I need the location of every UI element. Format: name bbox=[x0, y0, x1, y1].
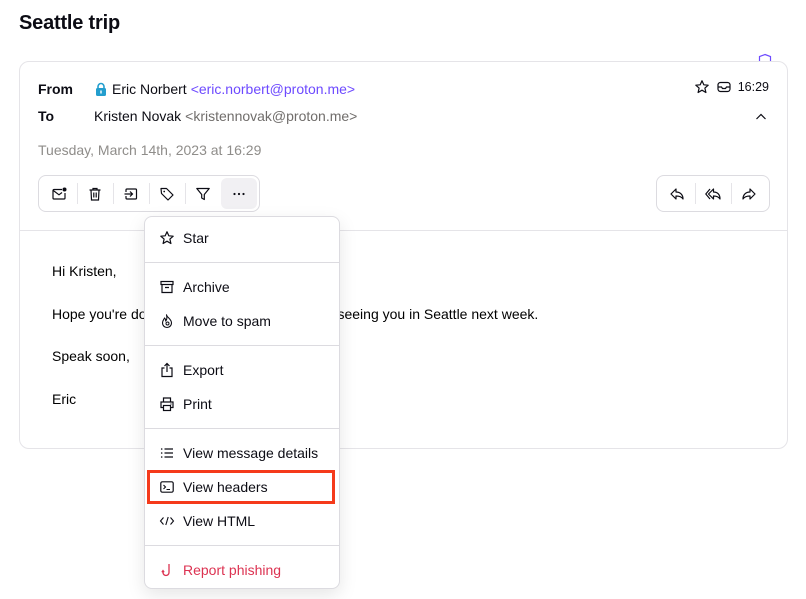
filter-icon bbox=[196, 187, 210, 200]
recipient-name[interactable]: Kristen Novak bbox=[94, 108, 181, 124]
ellipsis-icon bbox=[233, 192, 245, 195]
menu-item-view-message-details[interactable]: View message details bbox=[145, 436, 339, 470]
hook-icon bbox=[161, 564, 170, 577]
more-actions-dropdown: Star Archive Move to spam Export Print V… bbox=[144, 216, 340, 589]
export-icon bbox=[161, 362, 173, 378]
menu-item-label: View message details bbox=[183, 445, 319, 461]
trash-button[interactable] bbox=[77, 178, 113, 209]
message-time: 16:29 bbox=[737, 80, 769, 94]
from-row: From Eric Norbert <eric.norbert@proton.m… bbox=[38, 81, 355, 97]
forward-button[interactable] bbox=[731, 178, 767, 209]
menu-item-label: View headers bbox=[183, 479, 268, 495]
code-icon bbox=[159, 516, 175, 526]
menu-item-view-html[interactable]: View HTML bbox=[145, 504, 339, 538]
move-button[interactable] bbox=[113, 178, 149, 209]
menu-separator bbox=[145, 345, 339, 346]
fire-icon bbox=[161, 314, 173, 329]
filter-button[interactable] bbox=[185, 178, 221, 209]
header-meta: 16:29 bbox=[694, 79, 769, 95]
trash-icon bbox=[89, 187, 101, 201]
list-icon bbox=[160, 448, 173, 458]
terminal-icon bbox=[160, 481, 174, 493]
star-icon bbox=[160, 231, 174, 245]
menu-item-label: Report phishing bbox=[183, 562, 282, 578]
message-subject: Seattle trip bbox=[19, 12, 120, 34]
header-body-divider bbox=[20, 230, 787, 231]
menu-item-label: Export bbox=[183, 362, 224, 378]
printer-icon bbox=[160, 397, 174, 412]
message-date: Tuesday, March 14th, 2023 at 16:29 bbox=[38, 142, 262, 158]
message-toolbar bbox=[38, 175, 260, 212]
to-row: To Kristen Novak <kristennovak@proton.me… bbox=[38, 108, 357, 124]
reply-toolbar bbox=[656, 175, 770, 212]
menu-item-archive[interactable]: Archive bbox=[145, 270, 339, 304]
forward-icon bbox=[742, 187, 756, 200]
envelope-dot-icon bbox=[52, 187, 67, 200]
menu-item-label: View HTML bbox=[183, 513, 256, 529]
sender-address[interactable]: <eric.norbert@proton.me> bbox=[191, 81, 355, 97]
more-button[interactable] bbox=[221, 178, 257, 209]
menu-item-export[interactable]: Export bbox=[145, 353, 339, 387]
menu-separator bbox=[145, 262, 339, 263]
tag-icon bbox=[160, 187, 174, 201]
menu-item-print[interactable]: Print bbox=[145, 387, 339, 421]
menu-item-label: Archive bbox=[183, 279, 230, 295]
star-icon bbox=[694, 80, 709, 94]
archive-icon bbox=[160, 280, 174, 294]
menu-item-report-phishing[interactable]: Report phishing bbox=[145, 553, 339, 587]
chevron-up-icon bbox=[756, 113, 766, 120]
folder-arrow-icon bbox=[124, 187, 138, 200]
lock-icon[interactable] bbox=[94, 82, 108, 96]
inbox-icon bbox=[717, 81, 731, 93]
menu-item-label: Star bbox=[183, 230, 209, 246]
menu-item-view-headers[interactable]: View headers bbox=[147, 470, 335, 504]
menu-separator bbox=[145, 545, 339, 546]
mark-unread-button[interactable] bbox=[41, 178, 77, 209]
recipient-address[interactable]: <kristennovak@proton.me> bbox=[185, 108, 357, 124]
from-label: From bbox=[38, 81, 73, 97]
menu-item-star[interactable]: Star bbox=[145, 221, 339, 255]
menu-item-label: Move to spam bbox=[183, 313, 271, 329]
sender-name[interactable]: Eric Norbert bbox=[112, 81, 187, 97]
menu-item-move-to-spam[interactable]: Move to spam bbox=[145, 304, 339, 338]
reply-all-icon bbox=[705, 187, 721, 200]
to-label: To bbox=[38, 108, 55, 124]
collapse-button[interactable] bbox=[753, 109, 769, 125]
menu-separator bbox=[145, 428, 339, 429]
menu-item-label: Print bbox=[183, 396, 212, 412]
star-button[interactable] bbox=[694, 79, 710, 95]
message-card: From Eric Norbert <eric.norbert@proton.m… bbox=[19, 61, 788, 449]
reply-button[interactable] bbox=[659, 178, 695, 209]
label-button[interactable] bbox=[149, 178, 185, 209]
reply-all-button[interactable] bbox=[695, 178, 731, 209]
reply-icon bbox=[670, 187, 684, 200]
